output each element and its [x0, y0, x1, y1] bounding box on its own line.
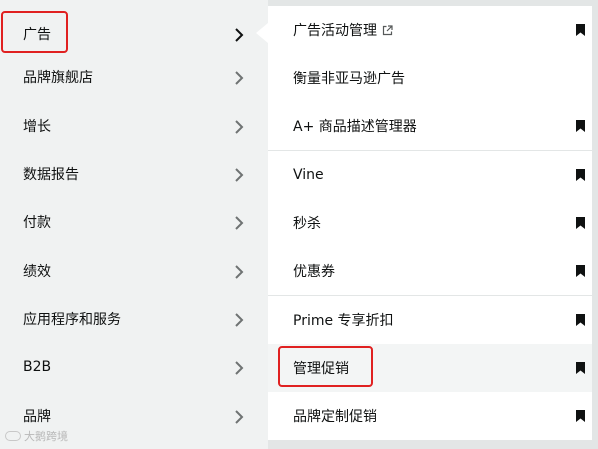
submenu-item-label: 衡量非亚马逊广告 — [293, 71, 405, 87]
nav-item-label: B2B — [23, 359, 52, 375]
nav-item-apps-services[interactable]: 应用程序和服务 — [0, 297, 268, 341]
main-nav-menu: 广告 品牌旗舰店 增长 数据报告 付款 绩效 应用程序和服务 B2B 品牌 — [0, 0, 268, 449]
chevron-right-icon — [235, 71, 244, 85]
chevron-right-icon — [235, 265, 244, 279]
submenu-pointer — [256, 23, 268, 43]
submenu-item-lightning-deals[interactable]: 秒杀 — [268, 199, 592, 247]
submenu-item-brand-tailored-promotions[interactable]: 品牌定制促销 — [268, 392, 592, 440]
nav-item-payments[interactable]: 付款 — [0, 200, 268, 244]
watermark-text: 大鹅跨境 — [24, 430, 68, 443]
submenu-item-measure-non-amazon-ads[interactable]: 衡量非亚马逊广告 — [268, 54, 592, 102]
bookmark-icon[interactable] — [576, 120, 585, 132]
bookmark-icon[interactable] — [576, 169, 585, 181]
chevron-right-icon — [235, 361, 244, 375]
submenu-item-label: Prime 专享折扣 — [293, 313, 394, 329]
submenu-item-coupons[interactable]: 优惠券 — [268, 247, 592, 295]
external-link-icon — [382, 24, 393, 35]
bookmark-icon[interactable] — [576, 314, 585, 326]
nav-item-reports[interactable]: 数据报告 — [0, 152, 268, 196]
nav-item-b2b[interactable]: B2B — [0, 345, 268, 389]
submenu-item-label: 广告活动管理 — [293, 23, 377, 39]
submenu-item-label: 品牌定制促销 — [293, 409, 377, 425]
submenu-item-label: 秒杀 — [293, 216, 321, 232]
submenu-item-vine[interactable]: Vine — [268, 151, 592, 199]
chevron-right-icon — [235, 28, 244, 42]
nav-item-growth[interactable]: 增长 — [0, 104, 268, 148]
watermark-logo-icon — [5, 431, 21, 441]
nav-item-label: 数据报告 — [23, 167, 79, 183]
nav-item-advertising[interactable]: 广告 — [0, 12, 268, 56]
watermark: 大鹅跨境 — [5, 428, 68, 444]
chevron-right-icon — [235, 120, 244, 134]
bookmark-icon[interactable] — [576, 362, 585, 374]
submenu-item-prime-exclusive-discounts[interactable]: Prime 专享折扣 — [268, 296, 592, 344]
submenu-item-campaign-manager[interactable]: 广告活动管理 — [268, 6, 592, 54]
bookmark-icon[interactable] — [576, 410, 585, 422]
chevron-right-icon — [235, 313, 244, 327]
nav-item-label: 增长 — [23, 119, 51, 135]
nav-item-label: 付款 — [23, 215, 51, 231]
submenu-item-a-plus-content-manager[interactable]: A+ 商品描述管理器 — [268, 102, 592, 150]
chevron-right-icon — [235, 216, 244, 230]
bookmark-icon[interactable] — [576, 265, 585, 277]
chevron-right-icon — [235, 168, 244, 182]
nav-item-label: 绩效 — [23, 264, 51, 280]
nav-item-label: 品牌旗舰店 — [23, 70, 93, 86]
nav-item-performance[interactable]: 绩效 — [0, 249, 268, 293]
submenu-item-label: A+ 商品描述管理器 — [293, 119, 417, 135]
submenu-item-manage-promotions[interactable]: 管理促销 — [268, 344, 592, 392]
bookmark-icon[interactable] — [576, 24, 585, 36]
advertising-submenu: 广告活动管理 衡量非亚马逊广告 A+ 商品描述管理器 Vine 秒杀 优惠券 P… — [268, 0, 598, 449]
bookmark-icon[interactable] — [576, 217, 585, 229]
nav-item-label: 品牌 — [23, 409, 51, 425]
nav-item-label: 广告 — [23, 27, 51, 43]
submenu-item-label: Vine — [293, 167, 324, 183]
chevron-right-icon — [235, 410, 244, 424]
nav-item-brand-store[interactable]: 品牌旗舰店 — [0, 55, 268, 99]
nav-item-label: 应用程序和服务 — [23, 312, 121, 328]
submenu-item-label: 优惠券 — [293, 264, 335, 280]
submenu-item-label: 管理促销 — [293, 361, 349, 377]
